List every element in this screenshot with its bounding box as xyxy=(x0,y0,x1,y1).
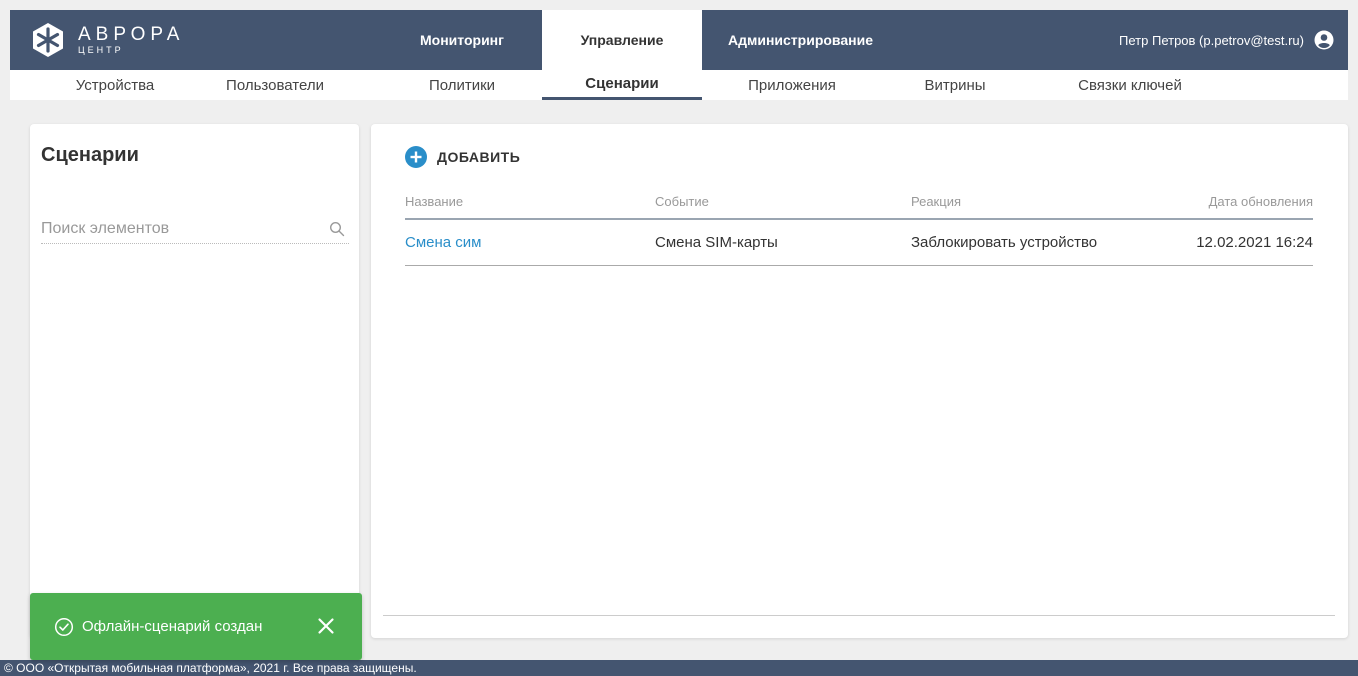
logo[interactable]: АВРОРА ЦЕНТР xyxy=(30,10,184,70)
subnav-item-devices[interactable]: Устройства xyxy=(50,70,180,100)
logo-subtitle: ЦЕНТР xyxy=(78,45,124,55)
subnav-item-keychains[interactable]: Связки ключей xyxy=(1065,70,1195,100)
add-button[interactable]: ДОБАВИТЬ xyxy=(405,146,520,168)
user-label: Петр Петров (p.petrov@test.ru) xyxy=(1119,32,1304,48)
footer: © ООО «Открытая мобильная платформа», 20… xyxy=(0,660,1358,676)
scenarios-table-panel: ДОБАВИТЬ Название Событие Реакция Дата о… xyxy=(371,124,1348,638)
table-header: Название Событие Реакция Дата обновления xyxy=(405,190,1313,220)
subnav-item-applications[interactable]: Приложения xyxy=(722,70,862,100)
tab-administration[interactable]: Администрирование xyxy=(702,10,886,70)
sub-nav: Устройства Пользователи Политики Сценари… xyxy=(10,70,1348,100)
toast-notification: Офлайн-сценарий создан xyxy=(30,593,362,660)
column-header-name[interactable]: Название xyxy=(405,194,463,209)
user-menu[interactable]: Петр Петров (p.petrov@test.ru) xyxy=(1119,10,1334,70)
scenario-name-link[interactable]: Смена сим xyxy=(405,234,481,251)
scenario-reaction: Заблокировать устройство xyxy=(911,234,1098,251)
toast-message: Офлайн-сценарий создан xyxy=(82,618,263,635)
close-icon[interactable] xyxy=(316,616,336,636)
plus-circle-icon xyxy=(405,146,427,168)
add-button-label: ДОБАВИТЬ xyxy=(437,149,521,165)
top-bar: АВРОРА ЦЕНТР Мониторинг Управление Админ… xyxy=(10,10,1348,70)
subnav-item-policies[interactable]: Политики xyxy=(382,70,542,100)
column-header-event[interactable]: Событие xyxy=(655,194,709,209)
column-header-reaction[interactable]: Реакция xyxy=(911,194,961,209)
column-header-updated[interactable]: Дата обновления xyxy=(1209,194,1313,209)
tab-monitoring[interactable]: Мониторинг xyxy=(382,10,542,70)
search-box xyxy=(41,214,349,244)
subnav-item-scenarios[interactable]: Сценарии xyxy=(542,70,702,100)
snowflake-logo-icon xyxy=(33,23,63,57)
table-row[interactable]: Смена сим Смена SIM-карты Заблокировать … xyxy=(405,222,1313,266)
check-circle-icon xyxy=(54,617,74,636)
search-input[interactable] xyxy=(41,219,329,238)
scenario-updated: 12.02.2021 16:24 xyxy=(1196,234,1313,251)
tab-management[interactable]: Управление xyxy=(542,10,702,70)
search-icon[interactable] xyxy=(329,221,345,237)
subnav-item-showcases[interactable]: Витрины xyxy=(900,70,1010,100)
scenario-event: Смена SIM-карты xyxy=(655,234,778,251)
footer-copyright: © ООО «Открытая мобильная платформа», 20… xyxy=(4,661,417,675)
scenarios-sidebar: Сценарии xyxy=(30,124,359,638)
logo-title: АВРОРА xyxy=(78,24,185,45)
main-nav: Мониторинг Управление Администрирование xyxy=(382,10,886,70)
panel-bottom-divider xyxy=(383,615,1335,616)
sidebar-title: Сценарии xyxy=(41,144,139,166)
subnav-item-users[interactable]: Пользователи xyxy=(210,70,340,100)
account-circle-icon xyxy=(1314,30,1334,50)
